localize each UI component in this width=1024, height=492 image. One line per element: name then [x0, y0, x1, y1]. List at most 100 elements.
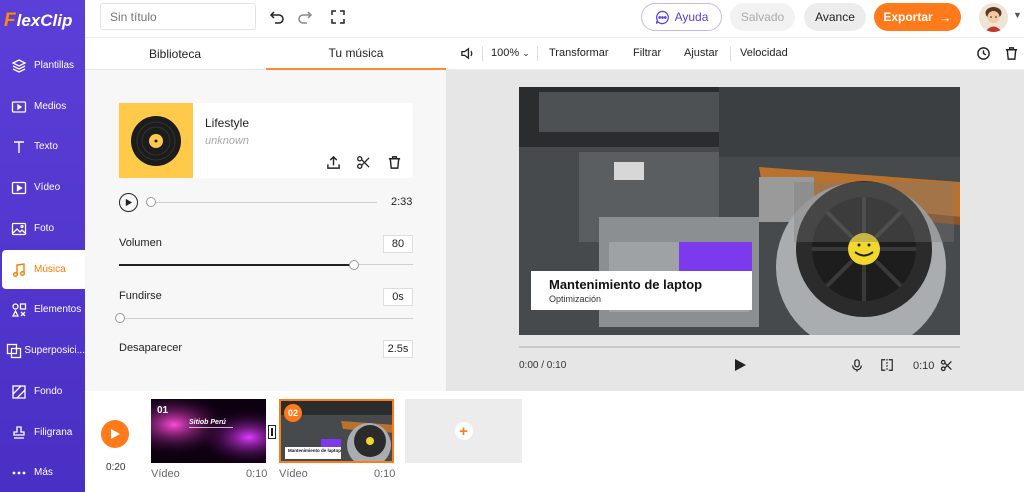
sidebar-item-medios[interactable]: Medios: [2, 87, 85, 126]
saved-status-button: Salvado: [730, 3, 795, 31]
music-progress-handle[interactable]: [146, 197, 156, 207]
volume-slider-track[interactable]: [354, 264, 413, 265]
tab-tu-musica[interactable]: Tu música: [266, 38, 446, 70]
top-bar: Ayuda Salvado Avance Exportar → ▼: [85, 0, 1024, 38]
sidebar-item-foto[interactable]: Foto: [2, 209, 85, 248]
preview-play-button[interactable]: [732, 357, 748, 373]
flexclip-logo[interactable]: FlexClip: [4, 10, 72, 32]
preview-button[interactable]: Avance: [804, 3, 866, 31]
transition-marker[interactable]: [268, 425, 276, 439]
tab-biblioteca[interactable]: Biblioteca: [85, 38, 265, 70]
fade-in-slider-handle[interactable]: [115, 313, 125, 323]
microphone-icon[interactable]: [849, 357, 865, 373]
volume-value[interactable]: 80: [383, 235, 413, 253]
help-button[interactable]: Ayuda: [641, 3, 722, 31]
fullscreen-icon[interactable]: [329, 8, 347, 26]
fade-in-value[interactable]: 0s: [383, 288, 413, 306]
tab-label: Biblioteca: [148, 47, 202, 61]
clip-duration: 0:10: [913, 360, 935, 372]
timeline-play-button[interactable]: [101, 420, 129, 448]
clip-thumbnail: [151, 399, 266, 463]
chevron-down-icon: ⌄: [522, 48, 530, 58]
toolbar-divider: [730, 46, 731, 61]
sidebar-item-superposicion[interactable]: Superposici...: [2, 331, 85, 370]
play-icon: [110, 429, 120, 439]
sidebar-item-mas[interactable]: Más: [2, 453, 85, 492]
video-caption-subtitle: Optimización: [549, 294, 602, 304]
music-progress-track[interactable]: [151, 202, 377, 203]
play-music-button[interactable]: [119, 193, 138, 212]
fade-out-value[interactable]: 2.5s: [383, 340, 413, 358]
zoom-select[interactable]: 100% ⌄: [491, 47, 530, 59]
clip-duration: 0:10: [246, 468, 268, 480]
speaker-icon[interactable]: [460, 46, 475, 64]
tab-label: Tu música: [328, 46, 384, 60]
transform-button[interactable]: Transformar: [549, 47, 609, 59]
export-button[interactable]: Exportar →: [874, 3, 961, 31]
add-clip-button[interactable]: +: [405, 399, 522, 463]
sidebar-item-label: Filigrana: [34, 427, 73, 438]
speed-button[interactable]: Velocidad: [740, 47, 788, 59]
sidebar-item-elementos[interactable]: Elementos: [2, 290, 85, 329]
video-icon: [6, 180, 32, 196]
adjust-button[interactable]: Ajustar: [684, 47, 718, 59]
video-canvas[interactable]: Mantenimiento de laptop Optimización: [519, 87, 960, 335]
user-avatar[interactable]: [979, 3, 1008, 32]
timeline-clip-1[interactable]: 01 Sitiob Perú: [151, 399, 266, 463]
preview-progress-track[interactable]: [519, 346, 960, 348]
sidebar-item-label: Texto: [34, 141, 58, 152]
arrow-right-icon: →: [938, 9, 952, 25]
scissors-icon[interactable]: [355, 154, 371, 170]
preview-toolbar: 100% ⌄ Transformar Filtrar Ajustar Veloc…: [446, 38, 1024, 70]
watermark-icon: [6, 425, 32, 441]
fade-out-label: Desaparecer: [119, 342, 182, 354]
sidebar-item-video[interactable]: Vídeo: [2, 168, 85, 207]
volume-label: Volumen: [119, 237, 162, 249]
fade-in-slider-track[interactable]: [119, 318, 413, 319]
filter-button[interactable]: Filtrar: [633, 47, 661, 59]
music-duration: 2:33: [391, 196, 413, 208]
volume-slider-handle[interactable]: [349, 260, 360, 270]
sidebar-item-texto[interactable]: Texto: [2, 127, 85, 166]
scissors-icon[interactable]: [938, 357, 954, 373]
sidebar-item-label: Plantillas: [34, 60, 75, 71]
sidebar-item-plantillas[interactable]: Plantillas: [2, 46, 85, 85]
photo-icon: [6, 221, 32, 237]
overlay-icon: [6, 343, 22, 359]
clip-thumb-text: Mantenimiento de laptop: [288, 448, 342, 453]
transform-label: Transformar: [549, 47, 609, 59]
sidebar-item-label: Fondo: [34, 386, 63, 397]
upload-icon[interactable]: [325, 154, 341, 170]
preview-label: Avance: [815, 10, 855, 24]
song-title: Lifestyle: [205, 116, 250, 130]
project-title-input[interactable]: [100, 3, 256, 30]
timeline-clip-2[interactable]: 02 Mantenimiento de laptop: [279, 399, 394, 463]
music-card[interactable]: Lifestyle unknown: [119, 103, 413, 178]
sidebar-item-fondo[interactable]: Fondo: [2, 372, 85, 411]
trash-icon[interactable]: [386, 154, 402, 170]
speed-label: Velocidad: [740, 47, 788, 59]
volume-slider-fill: [119, 264, 355, 266]
panel-tabs: Biblioteca Tu música: [85, 38, 446, 70]
timeline: 0:20 01 Sitiob Perú Vídeo 0:10 02 Manten…: [85, 391, 1024, 492]
sidebar-item-label: Música: [34, 264, 66, 275]
redo-icon[interactable]: [296, 8, 314, 26]
trash-icon[interactable]: [1004, 46, 1019, 64]
chevron-down-icon[interactable]: ▼: [1013, 10, 1022, 20]
sidebar-item-label: Elementos: [34, 304, 82, 315]
sidebar: FlexClip Plantillas Medios Texto Vídeo F…: [0, 0, 85, 492]
plus-icon: +: [454, 422, 473, 440]
preview-time: 0:00 / 0:10: [519, 360, 567, 371]
sidebar-item-musica[interactable]: Música: [2, 250, 85, 289]
adjust-label: Ajustar: [684, 47, 719, 59]
split-frame-icon[interactable]: [879, 357, 895, 373]
undo-icon[interactable]: [268, 8, 286, 26]
layers-icon: [6, 58, 32, 74]
sidebar-item-label: Medios: [34, 101, 67, 112]
sidebar-item-filigrana[interactable]: Filigrana: [2, 413, 85, 452]
more-icon: [6, 465, 32, 481]
clock-icon[interactable]: [976, 46, 991, 64]
clip-number-badge: 02: [284, 404, 302, 422]
saved-label: Salvado: [740, 10, 785, 24]
clip-duration: 0:10: [374, 468, 396, 480]
